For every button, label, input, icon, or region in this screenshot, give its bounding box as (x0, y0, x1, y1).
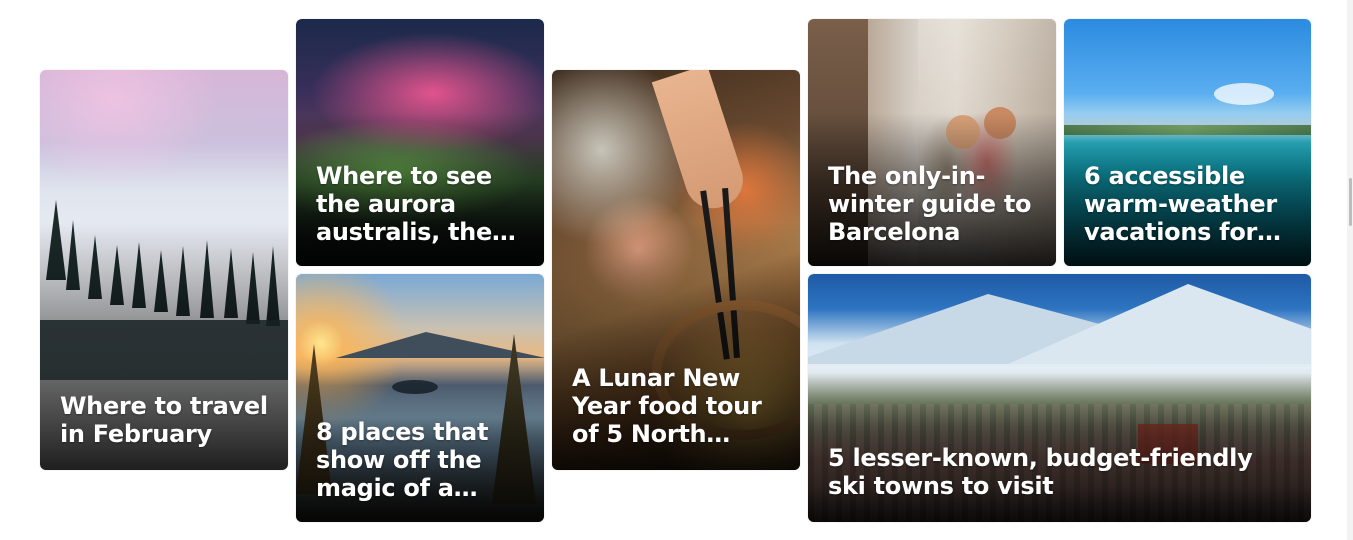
scrollbar-track[interactable] (1347, 0, 1353, 540)
card-title: Where to see the aurora australis, the… (316, 162, 516, 246)
card-title: Where to travel in February (60, 392, 268, 448)
article-card-budget-ski-towns[interactable]: 5 lesser-known, budget-friendly ski town… (808, 274, 1311, 522)
card-title: The only-in-winter guide to Barcelona (828, 162, 1032, 246)
card-title: 8 places that show off the magic of a… (316, 418, 489, 502)
article-card-travel-february[interactable]: Where to travel in February (40, 70, 288, 470)
article-card-grid: Where to travel in February Where to see… (0, 0, 1353, 540)
scrollbar-thumb[interactable] (1349, 178, 1352, 226)
article-card-barcelona-winter[interactable]: The only-in-winter guide to Barcelona (808, 19, 1056, 266)
card-title: 6 accessible warm-weather vacations for… (1084, 162, 1281, 246)
card-title: A Lunar New Year food tour of 5 North… (572, 364, 762, 448)
article-card-aurora-australis[interactable]: Where to see the aurora australis, the… (296, 19, 544, 266)
article-card-places-magic[interactable]: 8 places that show off the magic of a… (296, 274, 544, 522)
card-title: 5 lesser-known, budget-friendly ski town… (828, 444, 1253, 500)
article-card-lunar-new-year-food[interactable]: A Lunar New Year food tour of 5 North… (552, 70, 800, 470)
article-card-warm-weather-vacations[interactable]: 6 accessible warm-weather vacations for… (1064, 19, 1311, 266)
